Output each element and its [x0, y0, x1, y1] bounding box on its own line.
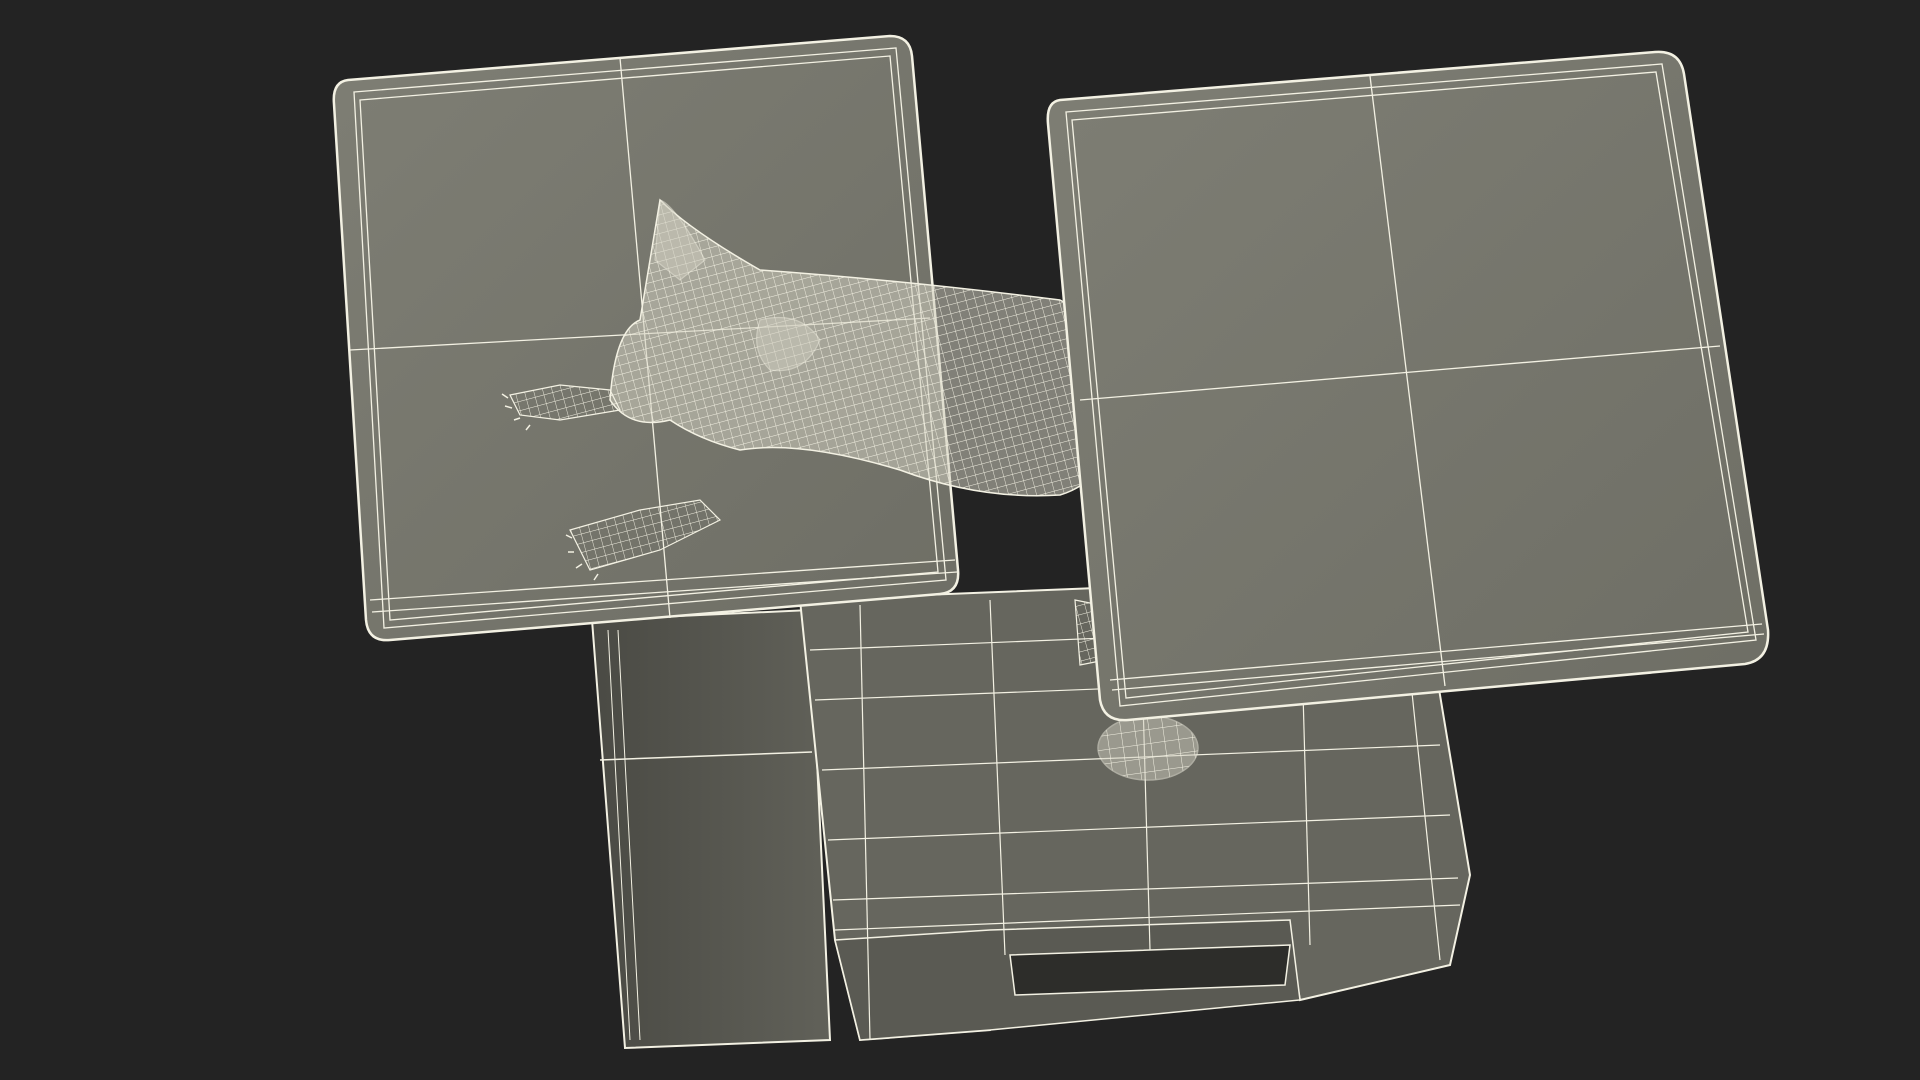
top-right-panel: [1046, 50, 1770, 722]
lower-shelf: [590, 608, 832, 1050]
wireframe-render: [332, 34, 1770, 1050]
wireframe-viewport: [0, 0, 1920, 1080]
